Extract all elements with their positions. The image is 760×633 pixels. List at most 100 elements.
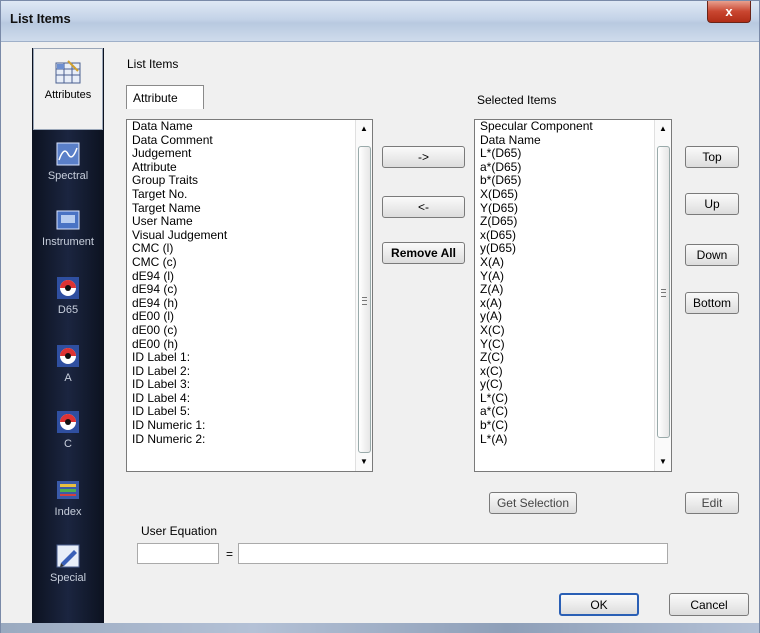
list-item[interactable]: ID Numeric 2:	[127, 432, 372, 447]
list-item[interactable]: Data Name	[127, 120, 372, 134]
user-equation-label: User Equation	[141, 524, 218, 538]
scroll-up-icon[interactable]: ▲	[356, 122, 372, 136]
edit-label: Edit	[701, 496, 723, 510]
list-item[interactable]: X(A)	[475, 255, 671, 270]
list-item[interactable]: CMC (l)	[127, 242, 372, 256]
sidebar-item-attributes[interactable]: Attributes	[33, 48, 103, 130]
list-item[interactable]: y(C)	[475, 378, 671, 392]
list-item[interactable]: CMC (c)	[127, 255, 372, 270]
list-item[interactable]: ID Label 4:	[127, 391, 372, 406]
close-button[interactable]: x	[707, 1, 751, 23]
available-items-list[interactable]: Data Name Data Comment Judgement Attribute G…	[126, 119, 373, 472]
scrollbar-thumb[interactable]	[657, 146, 670, 438]
instrument-icon	[56, 210, 80, 230]
list-item[interactable]: Target Name	[127, 201, 372, 216]
list-item[interactable]: Y(A)	[475, 269, 671, 284]
list-item[interactable]: Z(D65)	[475, 215, 671, 229]
list-item[interactable]: dE94 (h)	[127, 296, 372, 311]
equation-name-field[interactable]	[137, 543, 219, 564]
selected-list-scrollbar[interactable]: ▲ ▼	[654, 120, 671, 471]
down-button[interactable]: Down	[685, 244, 739, 266]
list-item[interactable]: X(D65)	[475, 187, 671, 202]
get-selection-label: Get Selection	[496, 496, 570, 510]
list-item[interactable]: Attribute	[127, 160, 372, 175]
up-button[interactable]: Up	[685, 193, 739, 215]
list-item[interactable]: x(D65)	[475, 228, 671, 243]
list-item[interactable]: ID Label 5:	[127, 405, 372, 419]
list-item[interactable]: Target No.	[127, 187, 372, 202]
sidebar-item-spectral[interactable]: Spectral	[32, 136, 104, 192]
list-item[interactable]: a*(C)	[475, 405, 671, 419]
tab-attribute[interactable]: Attribute	[126, 85, 204, 109]
list-item[interactable]: dE94 (c)	[127, 283, 372, 297]
edit-button[interactable]: Edit	[685, 492, 739, 514]
ok-button[interactable]: OK	[559, 593, 639, 616]
add-button[interactable]: ->	[382, 146, 465, 168]
list-item[interactable]: y(A)	[475, 310, 671, 324]
title-bar[interactable]: List Items x	[1, 1, 759, 42]
sidebar-item-d65[interactable]: D65	[32, 270, 104, 326]
list-item[interactable]: Z(C)	[475, 350, 671, 365]
list-item[interactable]: y(D65)	[475, 242, 671, 256]
list-item[interactable]: dE00 (c)	[127, 323, 372, 338]
spectral-chart-icon	[56, 142, 80, 166]
scroll-down-icon[interactable]: ▼	[356, 455, 372, 469]
list-item[interactable]: a*(D65)	[475, 160, 671, 175]
top-button[interactable]: Top	[685, 146, 739, 168]
list-item[interactable]: dE94 (l)	[127, 269, 372, 284]
list-item[interactable]: ID Label 3:	[127, 378, 372, 392]
close-icon: x	[725, 4, 733, 19]
remove-button[interactable]: <-	[382, 196, 465, 218]
list-item[interactable]: Visual Judgement	[127, 228, 372, 243]
sidebar-label: Instrument	[42, 236, 94, 248]
sidebar-item-c[interactable]: C	[32, 404, 104, 460]
equals-sign: =	[226, 547, 234, 561]
illuminant-d65-icon	[57, 277, 79, 299]
list-items-dialog: List Items x Attributes Spectral Instrum…	[0, 0, 760, 633]
sidebar-item-index[interactable]: Index	[32, 472, 104, 528]
list-item[interactable]: Specular Component	[475, 120, 671, 134]
list-item[interactable]: x(C)	[475, 364, 671, 379]
list-item[interactable]: Y(D65)	[475, 201, 671, 216]
sidebar-item-a[interactable]: A	[32, 338, 104, 394]
list-item[interactable]: User Name	[127, 215, 372, 229]
remove-all-button[interactable]: Remove All	[382, 242, 465, 264]
list-item[interactable]: Group Traits	[127, 174, 372, 188]
list-item[interactable]: L*(A)	[475, 432, 671, 447]
list-item[interactable]: Y(C)	[475, 337, 671, 352]
cancel-button[interactable]: Cancel	[669, 593, 749, 616]
list-item[interactable]: X(C)	[475, 323, 671, 338]
sidebar-label: Attributes	[44, 89, 92, 101]
list-item[interactable]: b*(D65)	[475, 174, 671, 188]
sidebar-item-instrument[interactable]: Instrument	[32, 202, 104, 258]
scrollbar-thumb[interactable]	[358, 146, 371, 453]
list-item[interactable]: dE00 (l)	[127, 310, 372, 324]
equation-field[interactable]	[238, 543, 668, 564]
sidebar-label: C	[64, 438, 72, 450]
list-item[interactable]: x(A)	[475, 296, 671, 311]
list-item[interactable]: Judgement	[127, 147, 372, 161]
list-item[interactable]: ID Label 1:	[127, 350, 372, 365]
selected-items-list[interactable]: Specular Component Data Name L*(D65) a*(D65…	[474, 119, 672, 472]
list-item[interactable]: ID Numeric 1:	[127, 418, 372, 433]
special-pencil-icon	[56, 544, 80, 568]
scroll-up-icon[interactable]: ▲	[655, 122, 671, 136]
index-icon	[57, 481, 79, 499]
sidebar-label: D65	[57, 304, 79, 316]
list-item[interactable]: L*(C)	[475, 391, 671, 406]
list-item[interactable]: Data Comment	[127, 133, 372, 148]
available-list-scrollbar[interactable]: ▲ ▼	[355, 120, 372, 471]
list-item[interactable]: ID Label 2:	[127, 364, 372, 379]
illuminant-c-icon	[57, 411, 79, 433]
list-item[interactable]: b*(C)	[475, 418, 671, 433]
get-selection-button[interactable]: Get Selection	[489, 492, 577, 514]
ok-label: OK	[590, 597, 608, 612]
sidebar-item-special[interactable]: Special	[32, 538, 104, 594]
list-item[interactable]: Z(A)	[475, 283, 671, 297]
window-title: List Items	[10, 11, 71, 26]
list-item[interactable]: dE00 (h)	[127, 337, 372, 352]
list-item[interactable]: Data Name	[475, 133, 671, 148]
scroll-down-icon[interactable]: ▼	[655, 455, 671, 469]
list-item[interactable]: L*(D65)	[475, 147, 671, 161]
bottom-button[interactable]: Bottom	[685, 292, 739, 314]
